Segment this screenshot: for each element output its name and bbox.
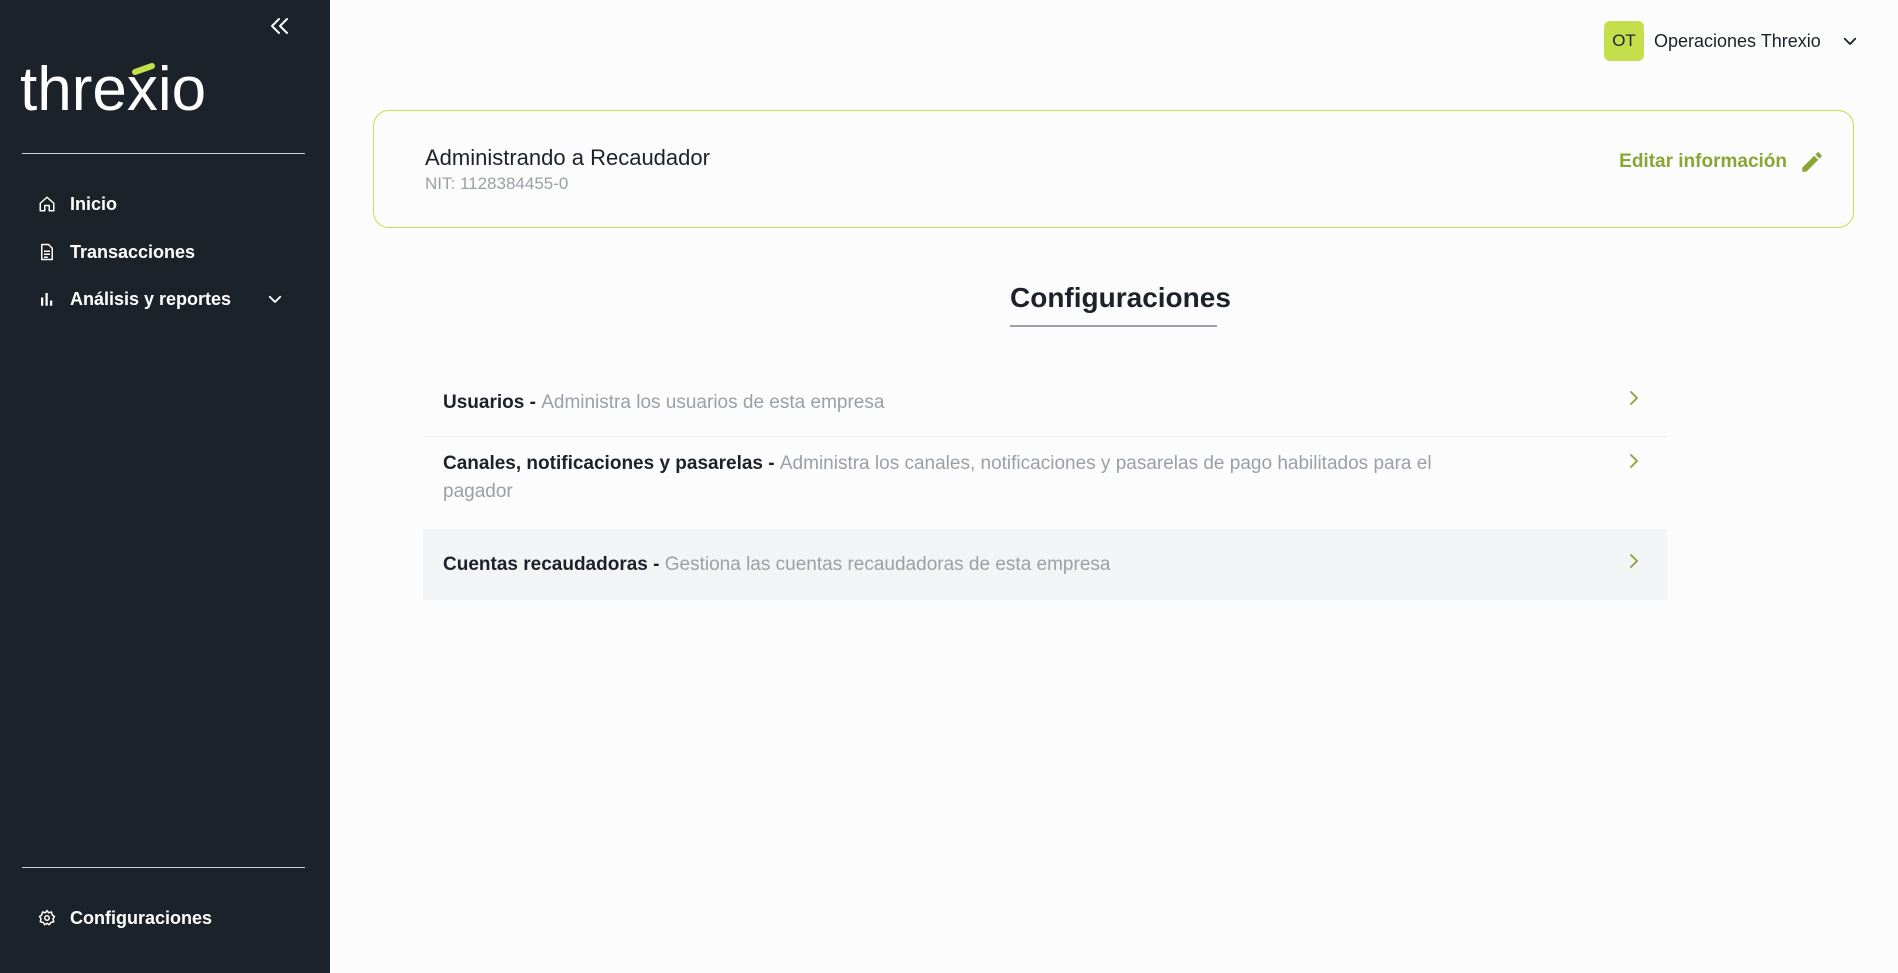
list-item-description: Gestiona las cuentas recaudadoras de est… <box>664 554 1111 575</box>
sidebar-item-label: Inicio <box>70 193 118 214</box>
company-title: Administrando a Recaudador <box>425 145 710 170</box>
edit-info-button[interactable]: Editar información <box>1619 149 1825 175</box>
sidebar-item-analisis-reportes[interactable]: Análisis y reportes <box>38 285 284 313</box>
collapse-sidebar-button[interactable] <box>268 14 292 38</box>
list-item-title: Usuarios - <box>443 392 542 413</box>
pencil-icon <box>1802 152 1822 172</box>
chevron-right-icon[interactable] <box>1625 389 1643 407</box>
company-card: Administrando a Recaudador NIT: 11283844… <box>373 110 1854 228</box>
list-item-text: Canales, notificaciones y pasarelas - Ad… <box>423 437 1667 506</box>
edit-info-label: Editar información <box>1619 151 1787 172</box>
document-icon <box>38 243 56 261</box>
user-name: Operaciones Threxio <box>1654 30 1821 51</box>
page-title: Configuraciones <box>1010 282 1231 313</box>
config-item-usuarios[interactable]: Usuarios - Administra los usuarios de es… <box>423 373 1667 437</box>
threxio-logo: threxio <box>20 55 220 124</box>
avatar: OT <box>1604 21 1644 61</box>
config-list: Usuarios - Administra los usuarios de es… <box>423 373 1667 600</box>
list-item-title: Canales, notificaciones y pasarelas - <box>443 453 780 474</box>
config-item-canales[interactable]: Canales, notificaciones y pasarelas - Ad… <box>423 437 1667 531</box>
gear-icon <box>38 909 56 927</box>
sidebar-item-inicio[interactable]: Inicio <box>38 190 117 218</box>
svg-text:threxio: threxio <box>20 58 206 122</box>
chevron-right-icon[interactable] <box>1625 552 1643 570</box>
config-item-cuentas[interactable]: Cuentas recaudadoras - Gestiona las cuen… <box>423 531 1667 600</box>
list-item-text: Usuarios - Administra los usuarios de es… <box>423 373 1667 417</box>
chevron-down-icon[interactable] <box>266 290 284 308</box>
title-underline <box>1010 325 1217 327</box>
company-nit: NIT: 1128384455-0 <box>425 174 569 193</box>
list-item-description: Administra los usuarios de esta empresa <box>541 392 885 413</box>
sidebar-item-label: Transacciones <box>70 241 196 262</box>
sidebar: threxio Inicio Transacciones Análisis y … <box>0 0 330 973</box>
sidebar-divider-top <box>22 153 305 154</box>
sidebar-item-transacciones[interactable]: Transacciones <box>38 238 195 266</box>
chevron-down-icon[interactable] <box>1841 32 1859 50</box>
home-icon <box>38 195 56 213</box>
double-chevron-left-icon <box>271 18 288 34</box>
chevron-right-icon[interactable] <box>1625 452 1643 470</box>
list-item-title: Cuentas recaudadoras - <box>443 554 665 575</box>
sidebar-item-label: Análisis y reportes <box>70 288 232 309</box>
user-menu[interactable]: OT Operaciones Threxio <box>1604 21 1859 61</box>
sidebar-divider-bottom <box>22 867 305 868</box>
list-item-text: Cuentas recaudadoras - Gestiona las cuen… <box>423 531 1667 579</box>
sidebar-item-configuraciones[interactable]: Configuraciones <box>38 904 212 932</box>
sidebar-item-label: Configuraciones <box>70 907 213 928</box>
bar-chart-icon <box>38 290 56 308</box>
